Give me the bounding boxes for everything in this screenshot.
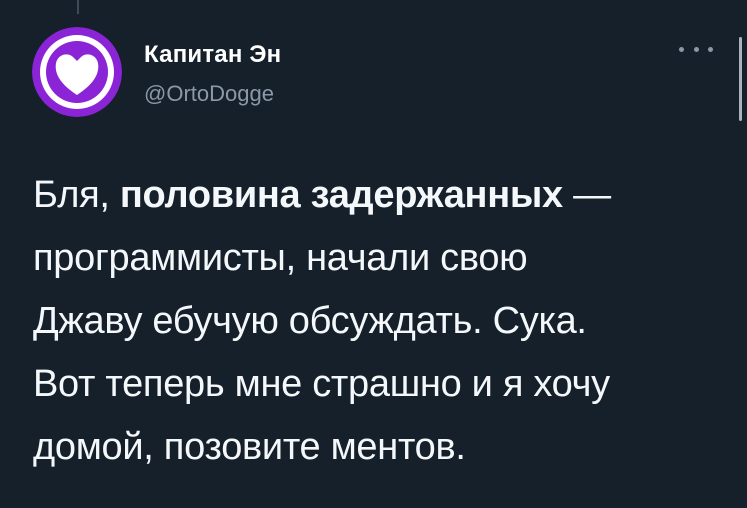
more-dot xyxy=(679,46,684,52)
tweet-text-segment: — xyxy=(562,174,611,216)
tweet-text-line: Вот теперь мне страшно и я хочу xyxy=(33,363,610,405)
author-name[interactable]: Капитан Эн xyxy=(144,41,281,69)
tweet-text-line: домой, позовите ментов. xyxy=(33,426,466,468)
tweet-text-bold: половина задержанных xyxy=(119,174,563,216)
tweet-text-segment: Бля, xyxy=(33,174,120,216)
tweet-text-line: Бля, половина задержанных — xyxy=(33,164,733,227)
heart-avatar-icon xyxy=(32,27,122,117)
tweet-text-line: Джаву ебучую обсуждать. Сука. xyxy=(33,300,587,342)
thread-connector-line xyxy=(77,0,79,14)
scrollbar[interactable] xyxy=(739,37,742,121)
author-handle[interactable]: @OrtoDogge xyxy=(144,81,274,107)
tweet-text: Бля, половина задержанных — программисты… xyxy=(33,164,733,479)
more-dot xyxy=(708,46,713,52)
more-dot xyxy=(693,46,699,52)
more-options-icon[interactable] xyxy=(679,38,713,60)
tweet-text-line: программисты, начали свою xyxy=(33,237,528,279)
author-avatar[interactable] xyxy=(32,27,122,117)
